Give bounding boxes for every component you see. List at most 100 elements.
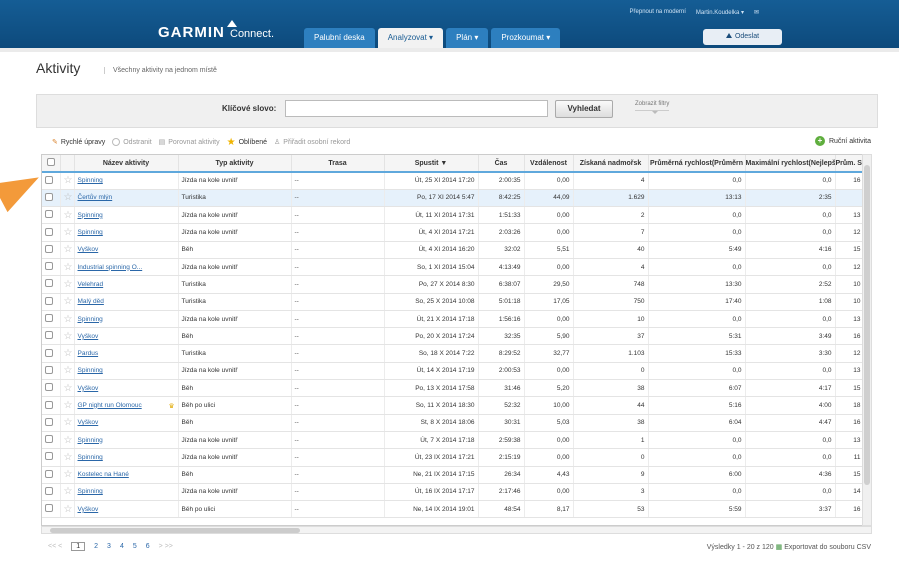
row-checkbox[interactable] [42,206,61,225]
table-row[interactable]: ☆ Spinning Jízda na kole uvnitř -- Út, 16 IX… [42,483,862,502]
pager-next[interactable]: > >> [159,543,173,550]
horizontal-scrollbar[interactable] [41,526,872,534]
column-header[interactable]: Prům. ST [835,155,862,173]
favorite-star-icon[interactable]: ☆ [60,448,75,467]
garmin-logo[interactable]: GARMIN Connect. [158,24,274,41]
select-all-checkbox[interactable] [42,155,61,173]
activity-name-link[interactable]: Vyškov [74,500,179,519]
table-row[interactable]: ☆ Vyškov Běh -- Út, 4 XI 2014 16:20 32:02 5,51… [42,241,862,259]
row-checkbox[interactable] [42,310,61,329]
activity-name-link[interactable]: Spinning [74,431,179,450]
modern-switch-link[interactable]: Přepnout na moderní [630,9,686,16]
table-row[interactable]: ☆ Kostelec na Hané Běh -- Ne, 21 IX 2014 17:… [42,466,862,484]
activity-name-link[interactable]: Vyškov [74,414,179,432]
activity-name-link[interactable]: GP night run Olomouc ♛ [74,396,179,415]
nav-analyze[interactable]: Analyzovat ▾ [377,28,444,48]
row-checkbox[interactable] [42,396,61,415]
user-menu[interactable]: Martin.Koudelka ▾ [696,9,744,16]
table-row[interactable]: ☆ Spinning Jízda na kole uvnitř -- Út, 23 IX… [42,448,862,467]
table-row[interactable]: ☆ Spinning Jízda na kole uvnitř -- Út, 21 X … [42,310,862,329]
row-checkbox[interactable] [42,414,61,432]
table-row[interactable]: ☆ Čertův mlýn Turistika -- Po, 17 XI 2014 5:… [42,189,862,208]
nav-dashboard[interactable]: Palubní deska [304,28,375,48]
table-row[interactable]: ☆ Malý děd Turistika -- So, 25 X 2014 10:08 5… [42,293,862,311]
table-row[interactable]: ☆ Spinning Jízda na kole uvnitř -- Út, 11 XI… [42,206,862,225]
table-row[interactable]: ☆ Spinning Jízda na kole uvnitř -- Út, 4 XI … [42,223,862,242]
column-header[interactable]: Průměrná rychlost(Průměrn [648,155,746,173]
favorites-button[interactable]: ★ Oblíbené [227,137,267,148]
search-button[interactable]: Vyhledat [555,100,613,118]
column-header[interactable]: Čas [478,155,525,173]
column-header[interactable]: Typ aktivity [178,155,292,173]
manual-activity-button[interactable]: + Ruční aktivita [814,136,871,146]
page-link[interactable]: 6 [146,543,150,550]
table-row[interactable]: ☆ Spinning Jízda na kole uvnitř -- Út, 25 XI… [42,172,862,190]
row-checkbox[interactable] [42,466,61,484]
favorite-star-icon[interactable]: ☆ [60,206,75,225]
favorite-star-icon[interactable]: ☆ [60,344,75,363]
column-header[interactable]: Název aktivity [74,155,179,173]
compare-button[interactable]: ▤ Porovnat aktivity [159,138,220,147]
activity-name-link[interactable]: Spinning [74,448,179,467]
activity-name-link[interactable]: Vyškov [74,327,179,346]
scroll-thumb[interactable] [50,528,300,533]
row-checkbox[interactable] [42,293,61,311]
column-header[interactable]: Spustit ▼ [384,155,479,173]
table-row[interactable]: ☆ Pardus Turistika -- So, 18 X 2014 7:22 8:29… [42,344,862,363]
chevron-down-icon[interactable] [652,111,658,114]
export-csv-link[interactable]: Exportovat do souboru CSV [784,544,871,551]
table-row[interactable]: ☆ Spinning Jízda na kole uvnitř -- Út, 14 X … [42,362,862,381]
upload-button[interactable]: Odeslat [703,29,782,45]
page-link[interactable]: 3 [107,543,111,550]
table-row[interactable]: ☆ Vyškov Běh -- Po, 13 X 2014 17:58 31:46 5,20… [42,379,862,398]
row-checkbox[interactable] [42,258,61,277]
activity-name-link[interactable]: Spinning [74,362,179,381]
nav-plan[interactable]: Plán ▾ [446,28,489,48]
page-link[interactable]: 2 [94,543,98,550]
column-header[interactable]: Vzdálenost [524,155,574,173]
keyword-input[interactable] [285,100,548,117]
favorite-star-icon[interactable]: ☆ [60,396,75,415]
activity-name-link[interactable]: Spinning [74,206,179,225]
mail-icon[interactable]: ✉ [754,9,759,16]
row-checkbox[interactable] [42,431,61,450]
row-checkbox[interactable] [42,172,61,190]
pager-prev[interactable]: << < [48,543,62,550]
activity-name-link[interactable]: Velehrad [74,275,179,294]
favorite-star-icon[interactable]: ☆ [60,241,75,259]
quick-edit-button[interactable]: ✎ Rychlé úpravy [52,138,105,147]
row-checkbox[interactable] [42,223,61,242]
page-link[interactable]: 5 [133,543,137,550]
page-link[interactable]: 4 [120,543,124,550]
remove-button[interactable]: Odstranit [112,138,152,146]
column-header[interactable]: Maximální rychlost(Nejlepší [745,155,836,173]
vertical-scrollbar[interactable] [862,154,872,526]
favorite-star-icon[interactable]: ☆ [60,500,75,519]
activity-name-link[interactable]: Industrial spinning O... [74,258,179,277]
favorite-star-icon[interactable]: ☆ [60,293,75,311]
favorite-star-icon[interactable]: ☆ [60,275,75,294]
favorite-star-icon[interactable]: ☆ [60,327,75,346]
row-checkbox[interactable] [42,344,61,363]
favorite-star-icon[interactable]: ☆ [60,258,75,277]
column-header[interactable]: Získaná nadmořsk [573,155,649,173]
favorite-star-icon[interactable]: ☆ [60,172,75,190]
table-row[interactable]: ☆ Vyškov Běh -- Po, 20 X 2014 17:24 32:35 5,90… [42,327,862,346]
assign-record-button[interactable]: ♙ Přiřadit osobní rekord [274,138,350,147]
table-row[interactable]: ☆ Industrial spinning O... Jízda na kole u… [42,258,862,277]
row-checkbox[interactable] [42,379,61,398]
activity-name-link[interactable]: Spinning [74,172,179,190]
favorite-star-icon[interactable]: ☆ [60,379,75,398]
row-checkbox[interactable] [42,483,61,502]
show-filters-toggle[interactable]: Zobrazit filtry [635,101,670,111]
row-checkbox[interactable] [42,448,61,467]
row-checkbox[interactable] [42,327,61,346]
table-row[interactable]: ☆ Vyškov Běh -- St, 8 X 2014 18:06 30:31 5,03 3… [42,414,862,432]
activity-name-link[interactable]: Vyškov [74,379,179,398]
activity-name-link[interactable]: Pardus [74,344,179,363]
row-checkbox[interactable] [42,362,61,381]
row-checkbox[interactable] [42,275,61,294]
scroll-thumb[interactable] [864,165,870,485]
favorite-star-icon[interactable]: ☆ [60,310,75,329]
table-row[interactable]: ☆ Velehrad Turistika -- Po, 27 X 2014 8:30 6:… [42,275,862,294]
